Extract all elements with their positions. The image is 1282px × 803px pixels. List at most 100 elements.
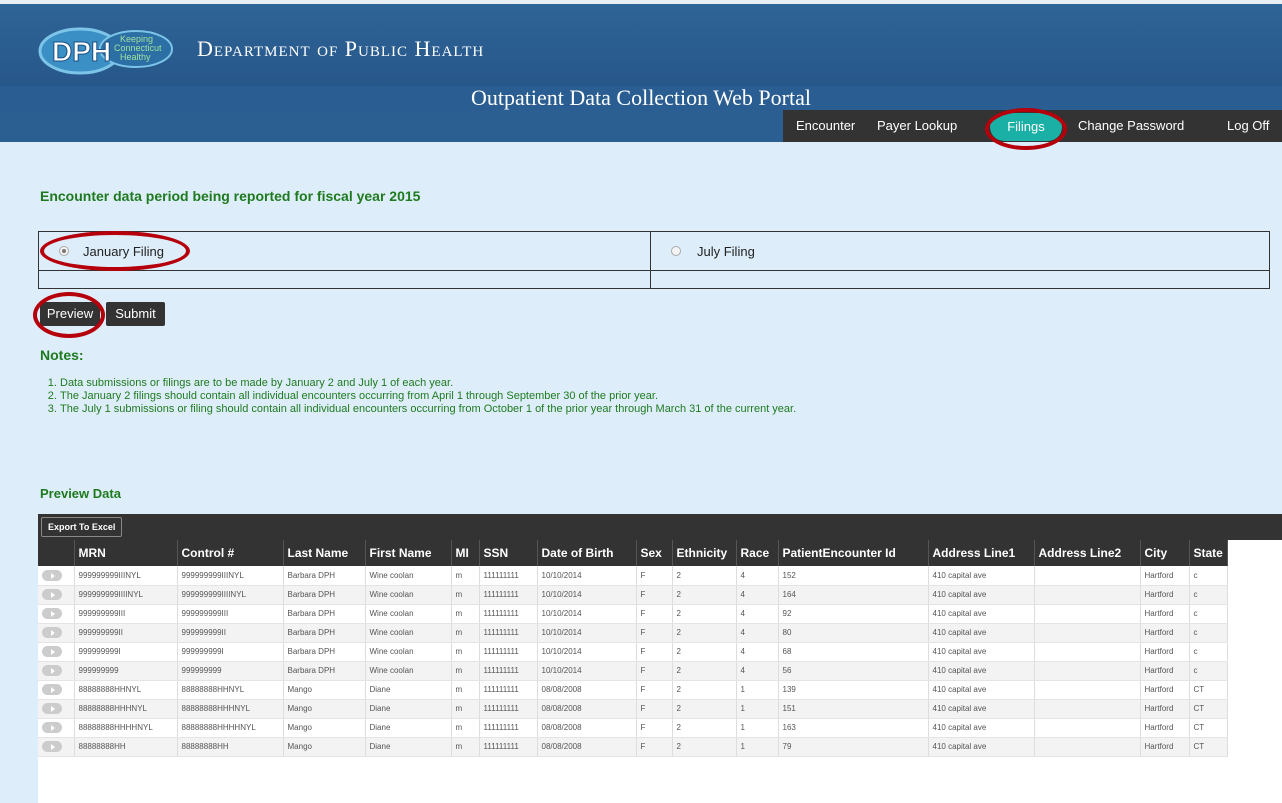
table-row: 88888888HHHNYL 88888888HHHNYL Mango Diane m 1… [38,699,1228,719]
table-cell: m [451,699,480,719]
column-header[interactable]: City [1140,540,1190,566]
row-expand-icon[interactable] [42,722,62,733]
table-cell: 88888888HHHHNYL [177,718,284,738]
table-cell: 1 [736,680,779,700]
column-header[interactable]: Date of Birth [537,540,637,566]
banner [0,4,1282,86]
table-cell: c [1189,623,1228,643]
table-cell: 152 [778,566,929,586]
preview-table: MRN Control # Last Name First Name MI SSN Date… [38,540,1228,757]
table-cell [1034,680,1141,700]
column-header[interactable]: State [1189,540,1228,566]
table-cell: CT [1189,680,1228,700]
column-header[interactable]: MI [451,540,480,566]
table-cell [1034,699,1141,719]
table-cell [1034,642,1141,662]
row-expand-icon[interactable] [42,608,62,619]
table-cell: F [636,737,673,757]
table-row: 88888888HH 88888888HH Mango Diane m 111111111… [38,737,1228,757]
column-header[interactable]: Ethnicity [672,540,737,566]
table-cell: 1 [736,718,779,738]
nav-encounter[interactable]: Encounter [796,110,855,142]
table-cell: 164 [778,585,929,605]
table-cell: m [451,585,480,605]
table-cell: 88888888HHHHNYL [74,718,178,738]
column-header[interactable]: Race [736,540,779,566]
fiscal-year-heading: Encounter data period being reported for… [40,188,421,204]
column-header[interactable]: Address Line1 [928,540,1035,566]
row-expand-cell [38,680,75,700]
row-expand-cell [38,566,75,586]
table-cell: Wine coolan [365,642,452,662]
row-expand-cell [38,585,75,605]
table-cell: Barbara DPH [283,623,366,643]
row-expand-icon[interactable] [42,646,62,657]
department-title: Department of Public Health [197,36,485,61]
table-row: 999999999IIIINYL 999999999IIIINYL Barbara … [38,585,1228,605]
table-cell: 111111111 [479,699,538,719]
table-cell: Diane [365,718,452,738]
table-cell: 999999999III [177,604,284,624]
table-cell: Diane [365,699,452,719]
table-cell: 999999999III [74,604,178,624]
row-expand-icon[interactable] [42,703,62,714]
table-cell: 410 capital ave [928,642,1035,662]
nav-payer-lookup[interactable]: Payer Lookup [877,110,957,142]
nav-change-password[interactable]: Change Password [1078,110,1184,142]
table-cell: 4 [736,566,779,586]
export-to-excel-button[interactable]: Export To Excel [41,517,123,537]
column-header[interactable]: PatientEncounter Id [778,540,929,566]
column-header[interactable]: First Name [365,540,452,566]
table-cell: 410 capital ave [928,680,1035,700]
preview-data-title: Preview Data [40,486,121,501]
table-cell: 08/08/2008 [537,680,637,700]
column-header[interactable]: Last Name [283,540,366,566]
table-cell: 88888888HH [74,737,178,757]
table-cell: Hartford [1140,737,1190,757]
column-header[interactable]: Control # [177,540,284,566]
table-cell: Barbara DPH [283,604,366,624]
table-cell [1034,566,1141,586]
note-item: The January 2 filings should contain all… [60,390,796,403]
nav-log-off[interactable]: Log Off [1227,110,1269,142]
table-cell: 410 capital ave [928,737,1035,757]
table-cell: Hartford [1140,661,1190,681]
column-header[interactable]: MRN [74,540,178,566]
table-cell: Wine coolan [365,566,452,586]
table-cell: F [636,680,673,700]
table-cell: 2 [672,585,737,605]
table-cell: 4 [736,661,779,681]
table-row: 88888888HHHHNYL 88888888HHHHNYL Mango Diane… [38,718,1228,738]
column-header[interactable]: Sex [636,540,673,566]
table-cell: 2 [672,566,737,586]
table-cell: 10/10/2014 [537,585,637,605]
row-expand-icon[interactable] [42,741,62,752]
column-header[interactable]: SSN [479,540,538,566]
row-expand-icon[interactable] [42,589,62,600]
table-cell [1034,623,1141,643]
july-filing-radio[interactable] [671,246,681,256]
row-expand-icon[interactable] [42,665,62,676]
table-cell: 56 [778,661,929,681]
table-cell: Hartford [1140,623,1190,643]
filing-options-table: January Filing July Filing [38,231,1270,289]
table-cell: 2 [672,699,737,719]
table-cell: Diane [365,737,452,757]
column-header[interactable]: Address Line2 [1034,540,1141,566]
logo-text: DPH [52,36,111,67]
row-expand-icon[interactable] [42,684,62,695]
table-cell: 999999999II [74,623,178,643]
row-expand-icon[interactable] [42,569,62,581]
row-expand-icon[interactable] [42,627,62,638]
table-cell: 88888888HHHNYL [177,699,284,719]
portal-title: Outpatient Data Collection Web Portal [471,85,811,110]
submit-button[interactable]: Submit [106,302,165,326]
table-cell: 410 capital ave [928,623,1035,643]
table-cell: Barbara DPH [283,566,366,586]
table-cell: Mango [283,737,366,757]
table-cell: 999999999I [177,642,284,662]
table-row: 999999999I 999999999I Barbara DPH Wine cool… [38,642,1228,662]
table-cell: 2 [672,623,737,643]
table-cell: Diane [365,680,452,700]
table-cell: c [1189,604,1228,624]
